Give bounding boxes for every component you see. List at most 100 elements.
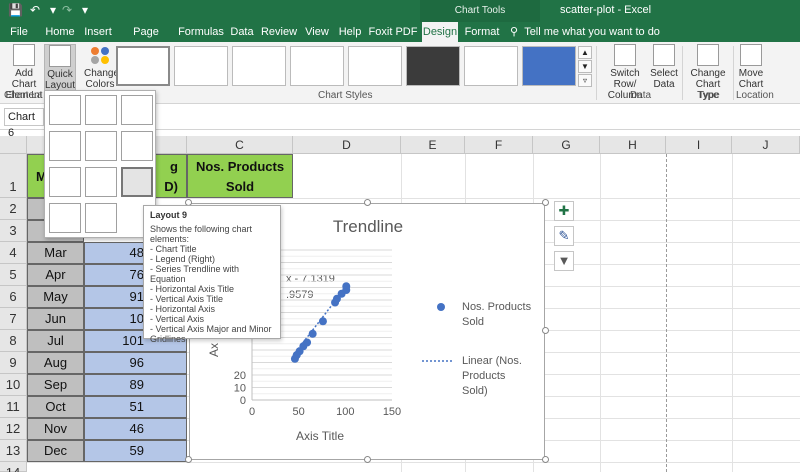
resize-handle-b[interactable]	[364, 456, 371, 463]
chart-style-7[interactable]	[464, 46, 518, 86]
legend-trend-label-1[interactable]: Linear (Nos.	[462, 355, 522, 367]
col-header-i[interactable]: I	[666, 136, 732, 154]
layout-11[interactable]	[85, 203, 117, 233]
col-header-g[interactable]: G	[533, 136, 600, 154]
resize-handle-br[interactable]	[542, 456, 549, 463]
month-cell[interactable]: Sep	[27, 374, 84, 396]
row-header-14[interactable]: 14	[0, 462, 27, 472]
chart-style-1[interactable]	[116, 46, 170, 86]
resize-handle-t[interactable]	[364, 199, 371, 206]
header-cell-products-sold[interactable]: Nos. Products Sold	[187, 154, 293, 198]
layout-9[interactable]	[121, 167, 153, 197]
col-header-e[interactable]: E	[401, 136, 465, 154]
gallery-up-icon[interactable]: ▲	[578, 46, 592, 59]
row-header-3[interactable]: 3	[0, 220, 27, 242]
legend-series-label-2[interactable]: Sold	[462, 316, 484, 328]
chart-style-5[interactable]	[348, 46, 402, 86]
legend-trend-label-2[interactable]: Products	[462, 370, 506, 382]
tab-review[interactable]: Review	[260, 22, 298, 42]
row-header-8[interactable]: 8	[0, 330, 27, 352]
chart-title[interactable]: Trendline	[333, 217, 403, 236]
month-cell[interactable]: Jun	[27, 308, 84, 330]
chart-elements-button[interactable]: ✚	[554, 201, 574, 221]
tab-design[interactable]: Design	[422, 22, 458, 42]
layout-10[interactable]	[49, 203, 81, 233]
layout-1[interactable]	[49, 95, 81, 125]
gallery-down-icon[interactable]: ▼	[578, 60, 592, 73]
value-cell[interactable]: 59	[84, 440, 187, 462]
row-header-7[interactable]: 7	[0, 308, 27, 330]
legend-trend-label-3[interactable]: Sold)	[462, 385, 488, 397]
chart-style-6[interactable]	[406, 46, 460, 86]
layout-7[interactable]	[49, 167, 81, 197]
row-header-13[interactable]: 13	[0, 440, 27, 462]
layout-2[interactable]	[85, 95, 117, 125]
col-header-f[interactable]: F	[465, 136, 533, 154]
col-header-c[interactable]: C	[187, 136, 293, 154]
gallery-more-icon[interactable]: ▿	[578, 74, 592, 87]
tab-data[interactable]: Data	[228, 22, 256, 42]
row-header-6[interactable]: 6	[0, 286, 27, 308]
value-cell[interactable]: 46	[84, 418, 187, 440]
tab-view[interactable]: View	[302, 22, 332, 42]
tab-insert[interactable]: Insert	[80, 22, 116, 42]
layout-5[interactable]	[85, 131, 117, 161]
x-axis-title[interactable]: Axis Title	[296, 429, 344, 443]
layout-6[interactable]	[121, 131, 153, 161]
change-colors-button[interactable]: Change Colors	[84, 44, 119, 90]
resize-handle-tr[interactable]	[542, 199, 549, 206]
undo-icon[interactable]: ↶	[30, 3, 40, 17]
tab-help[interactable]: Help	[336, 22, 364, 42]
col-header-h[interactable]: H	[600, 136, 666, 154]
legend-series-label-1[interactable]: Nos. Products	[462, 301, 532, 313]
chart-style-4[interactable]	[290, 46, 344, 86]
row-header-4[interactable]: 4	[0, 242, 27, 264]
month-cell[interactable]: May	[27, 286, 84, 308]
name-box[interactable]: Chart 6	[4, 108, 44, 139]
resize-handle-r[interactable]	[542, 327, 549, 334]
tab-foxit-pdf[interactable]: Foxit PDF	[368, 22, 418, 42]
row-header-5[interactable]: 5	[0, 264, 27, 286]
month-cell[interactable]: Oct	[27, 396, 84, 418]
chart-style-8[interactable]	[522, 46, 576, 86]
y-axis-title[interactable]: Ax	[207, 343, 221, 357]
chart-styles-button[interactable]: ✎	[554, 226, 574, 246]
chart-style-3[interactable]	[232, 46, 286, 86]
layout-3[interactable]	[121, 95, 153, 125]
select-data-button[interactable]: Select Data	[650, 44, 678, 90]
customize-toolbar-icon[interactable]: ▾	[82, 3, 88, 17]
value-cell[interactable]: 51	[84, 396, 187, 418]
redo-icon[interactable]: ↷	[62, 3, 72, 17]
layout-8[interactable]	[85, 167, 117, 197]
row-header-12[interactable]: 12	[0, 418, 27, 440]
row-header-2[interactable]: 2	[0, 198, 27, 220]
value-cell[interactable]: 96	[84, 352, 187, 374]
col-header-j[interactable]: J	[732, 136, 800, 154]
tab-page-layout[interactable]: Page Layout	[118, 22, 174, 58]
chart-style-2[interactable]	[174, 46, 228, 86]
month-cell[interactable]: Dec	[27, 440, 84, 462]
tab-home[interactable]: Home	[42, 22, 78, 42]
layout-4[interactable]	[49, 131, 81, 161]
month-cell[interactable]: Apr	[27, 264, 84, 286]
row-header-11[interactable]: 11	[0, 396, 27, 418]
chart-filters-button[interactable]: ▼	[554, 251, 574, 271]
quick-layout-button[interactable]: Quick Layout	[44, 44, 76, 94]
month-cell[interactable]: Aug	[27, 352, 84, 374]
select-all-corner[interactable]	[0, 136, 27, 154]
value-cell[interactable]: 89	[84, 374, 187, 396]
col-header-d[interactable]: D	[293, 136, 401, 154]
save-icon[interactable]: 💾	[8, 3, 23, 17]
tell-me-search[interactable]: ⚲ Tell me what you want to do	[510, 25, 660, 38]
trendline-r-squared[interactable]: .9579	[286, 289, 314, 301]
tab-file[interactable]: File	[6, 22, 32, 42]
tab-format[interactable]: Format	[462, 22, 502, 42]
resize-handle-bl[interactable]	[185, 456, 192, 463]
month-cell[interactable]: Mar	[27, 242, 84, 264]
row-header-9[interactable]: 9	[0, 352, 27, 374]
undo-dropdown-icon[interactable]: ▾	[50, 3, 56, 17]
row-header-10[interactable]: 10	[0, 374, 27, 396]
month-cell[interactable]: Nov	[27, 418, 84, 440]
month-cell[interactable]: Jul	[27, 330, 84, 352]
tab-formulas[interactable]: Formulas	[176, 22, 226, 42]
